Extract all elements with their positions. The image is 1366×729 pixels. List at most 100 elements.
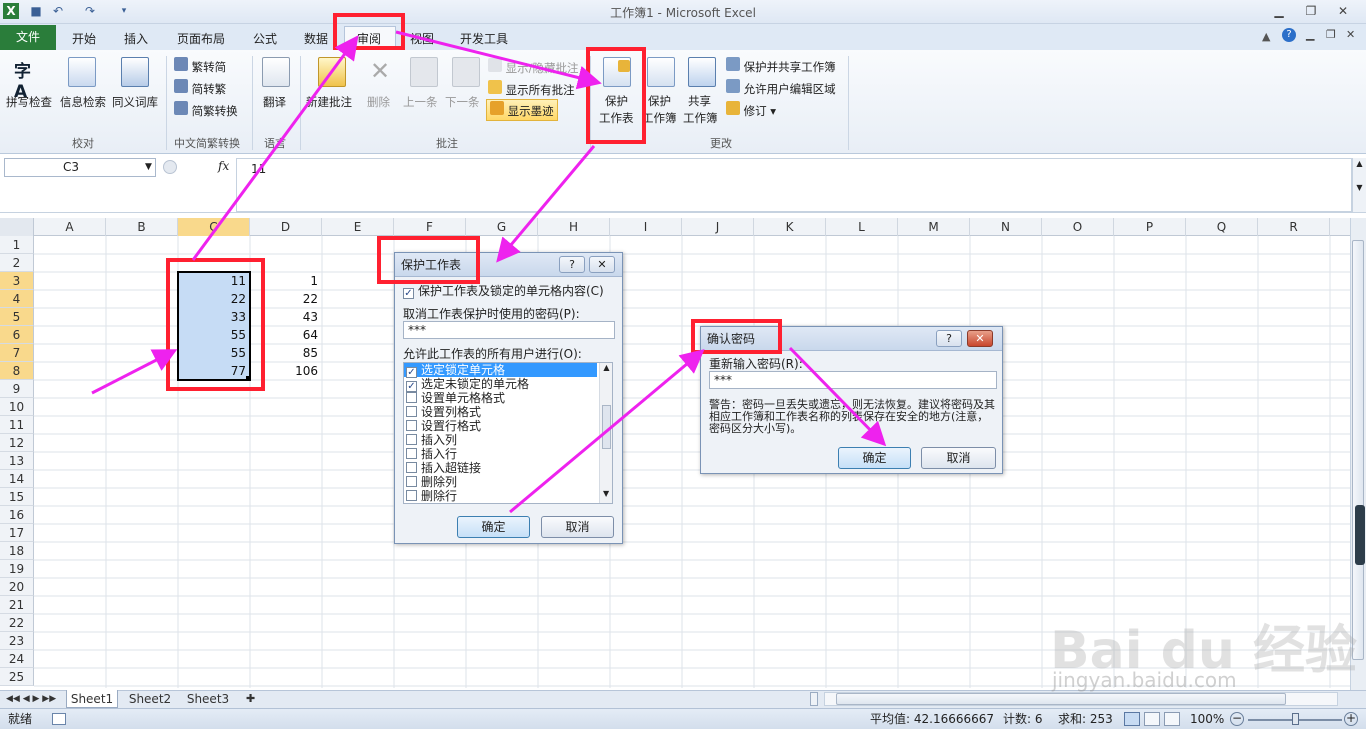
protect-dialog-close-button[interactable]: ✕ <box>589 256 615 273</box>
doc-close-icon[interactable]: ✕ <box>1346 28 1355 41</box>
checkbox-unchecked-icon[interactable] <box>406 420 417 431</box>
show-hide-comment-button[interactable]: 显示/隐藏批注 <box>488 58 579 76</box>
page-break-view-icon[interactable] <box>1164 712 1180 726</box>
column-header-d[interactable]: D <box>250 218 322 236</box>
sheet-nav-icons[interactable]: ◀◀ ◀ ▶ ▶▶ <box>6 690 56 708</box>
maximize-button[interactable]: ❐ <box>1298 2 1324 20</box>
row-header-6[interactable]: 6 <box>0 326 34 344</box>
protect-ok-button[interactable]: 确定 <box>457 516 530 538</box>
zoom-slider-thumb[interactable] <box>1292 713 1299 725</box>
name-box-dropdown-icon[interactable]: ▼ <box>145 159 152 176</box>
close-button[interactable]: ✕ <box>1330 2 1356 20</box>
row-header-7[interactable]: 7 <box>0 344 34 362</box>
checkbox-unchecked-icon[interactable] <box>406 476 417 487</box>
tab-file[interactable]: 文件 <box>0 25 56 50</box>
tab-view[interactable]: 视图 <box>410 30 434 47</box>
next-comment-button[interactable]: 下一条 <box>445 94 480 110</box>
collapse-ribbon-icon[interactable]: ▲ <box>1262 30 1270 43</box>
permission-scrollbar[interactable]: ▲ ▼ <box>599 363 612 503</box>
scroll-up-icon[interactable]: ▲ <box>600 363 612 375</box>
formula-scrollbar[interactable]: ▲ ▼ <box>1352 158 1366 212</box>
permission-item[interactable]: 插入超链接 <box>404 461 597 475</box>
allow-edit-ranges-button[interactable]: 允许用户编辑区域 <box>726 79 836 97</box>
checkbox-unchecked-icon[interactable] <box>406 434 417 445</box>
confirm-cancel-button[interactable]: 取消 <box>921 447 996 469</box>
protect-content-checkbox[interactable]: ✓ 保护工作表及锁定的单元格内容(C) <box>403 282 604 299</box>
formula-input[interactable]: 11 <box>236 158 1352 212</box>
permission-item[interactable]: 删除列 <box>404 475 597 489</box>
row-header-5[interactable]: 5 <box>0 308 34 326</box>
column-header-j[interactable]: J <box>682 218 754 236</box>
row-header-24[interactable]: 24 <box>0 650 34 668</box>
confirm-dialog-help-button[interactable]: ? <box>936 330 962 347</box>
track-changes-button[interactable]: 修订 ▾ <box>726 101 776 119</box>
row-header-3[interactable]: 3 <box>0 272 34 290</box>
share-workbook-label-1[interactable]: 共享 <box>688 93 711 109</box>
zoom-in-icon[interactable]: + <box>1344 712 1358 726</box>
formula-cancel-icon[interactable] <box>163 160 177 174</box>
tab-split-handle[interactable] <box>810 692 818 706</box>
vertical-scroll-thumb[interactable] <box>1352 240 1364 660</box>
reenter-password-input[interactable]: *** <box>709 371 997 389</box>
sheet-tab-1[interactable]: Sheet1 <box>66 690 118 708</box>
confirm-dialog-close-button[interactable]: ✕ <box>967 330 993 347</box>
column-header-m[interactable]: M <box>898 218 970 236</box>
normal-view-icon[interactable] <box>1124 712 1140 726</box>
share-workbook-label-2[interactable]: 工作簿 <box>683 110 718 126</box>
column-header-g[interactable]: G <box>466 218 538 236</box>
show-all-comments-button[interactable]: 显示所有批注 <box>488 80 575 98</box>
row-header-4[interactable]: 4 <box>0 290 34 308</box>
sheet-tab-2[interactable]: Sheet2 <box>124 690 176 708</box>
column-header-p[interactable]: P <box>1114 218 1186 236</box>
permission-item[interactable]: 设置行格式 <box>404 419 597 433</box>
password-input[interactable]: *** <box>403 321 615 339</box>
minimize-button[interactable]: ▁ <box>1266 2 1292 20</box>
tab-developer[interactable]: 开发工具 <box>460 30 508 47</box>
t2s-button[interactable]: 繁转简 <box>174 57 226 75</box>
tab-page-layout[interactable]: 页面布局 <box>177 30 225 47</box>
column-header-i[interactable]: I <box>610 218 682 236</box>
scroll-down-icon[interactable]: ▼ <box>603 489 609 498</box>
permission-item[interactable]: 删除行 <box>404 489 597 503</box>
row-header-16[interactable]: 16 <box>0 506 34 524</box>
row-header-2[interactable]: 2 <box>0 254 34 272</box>
column-header-l[interactable]: L <box>826 218 898 236</box>
column-header-b[interactable]: B <box>106 218 178 236</box>
checkbox-unchecked-icon[interactable] <box>406 406 417 417</box>
column-header-f[interactable]: F <box>394 218 466 236</box>
row-header-15[interactable]: 15 <box>0 488 34 506</box>
column-header-e[interactable]: E <box>322 218 394 236</box>
row-header-22[interactable]: 22 <box>0 614 34 632</box>
checkbox-unchecked-icon[interactable] <box>406 392 417 403</box>
checkbox-unchecked-icon[interactable] <box>406 448 417 459</box>
protect-share-button[interactable]: 保护并共享工作簿 <box>726 57 836 75</box>
scroll-thumb[interactable] <box>602 405 611 449</box>
zoom-level[interactable]: 100% <box>1190 709 1224 729</box>
show-ink-button[interactable]: 显示墨迹 <box>486 99 558 121</box>
row-header-8[interactable]: 8 <box>0 362 34 380</box>
spell-check-button[interactable]: 拼写检查 <box>6 94 52 110</box>
doc-restore-icon[interactable]: ❐ <box>1326 28 1336 41</box>
row-header-11[interactable]: 11 <box>0 416 34 434</box>
help-icon[interactable]: ? <box>1282 28 1296 42</box>
row-header-18[interactable]: 18 <box>0 542 34 560</box>
row-header-9[interactable]: 9 <box>0 380 34 398</box>
delete-comment-button[interactable]: 删除 <box>367 94 390 110</box>
permission-item[interactable]: 插入列 <box>404 433 597 447</box>
column-header-o[interactable]: O <box>1042 218 1114 236</box>
zoom-out-icon[interactable]: − <box>1230 712 1244 726</box>
thesaurus-button[interactable]: 同义词库 <box>112 94 158 110</box>
protect-dialog-help-button[interactable]: ? <box>559 256 585 273</box>
column-header-h[interactable]: H <box>538 218 610 236</box>
permission-list[interactable]: ✓ 选定锁定单元格 ✓ 选定未锁定的单元格 设置单元格格式 设置列格式 设置行格式 插入列 插入… <box>403 362 613 504</box>
row-header-14[interactable]: 14 <box>0 470 34 488</box>
permission-item[interactable]: 设置列格式 <box>404 405 597 419</box>
row-header-1[interactable]: 1 <box>0 236 34 254</box>
permission-item[interactable]: 设置单元格格式 <box>404 391 597 405</box>
confirm-ok-button[interactable]: 确定 <box>838 447 911 469</box>
row-header-21[interactable]: 21 <box>0 596 34 614</box>
column-header-k[interactable]: K <box>754 218 826 236</box>
column-header-n[interactable]: N <box>970 218 1042 236</box>
name-box[interactable]: C3 ▼ <box>4 158 156 177</box>
column-header-c[interactable]: C <box>178 218 250 236</box>
